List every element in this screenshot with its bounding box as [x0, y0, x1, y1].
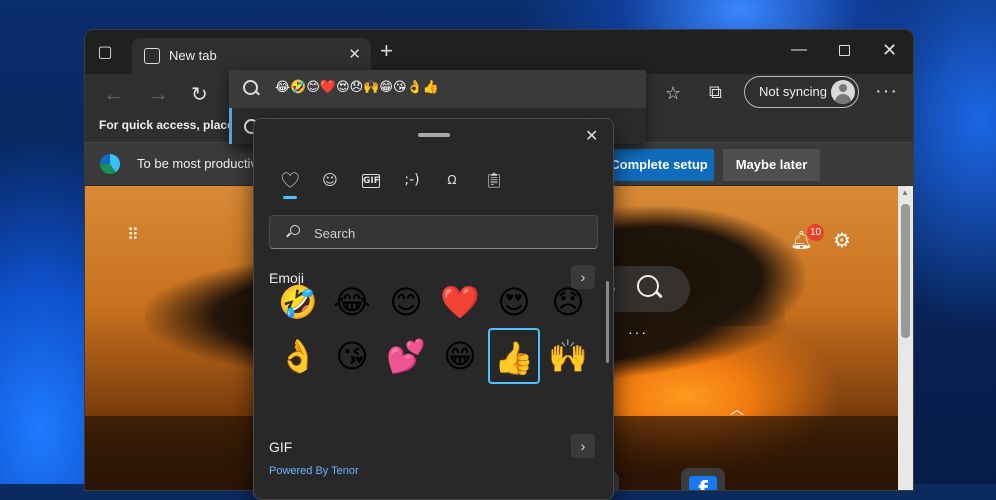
symbols-tab-icon[interactable]: Ω: [438, 169, 466, 191]
page-settings-gear-icon[interactable]: ⚙: [833, 228, 851, 253]
powered-by-tenor-link[interactable]: Powered By Tenor: [269, 465, 359, 477]
emoji-search-box[interactable]: [269, 215, 598, 249]
search-icon[interactable]: [637, 275, 659, 297]
edge-logo-icon: [100, 154, 120, 174]
tab-strip: ▢ New tab ✕ + — ✕: [85, 30, 913, 74]
gif-section-title: GIF: [269, 439, 293, 455]
facebook-logo-icon: f: [689, 476, 717, 490]
address-search-icon: [243, 80, 258, 95]
scroll-up-arrow-icon[interactable]: ▲: [901, 188, 909, 197]
avatar-icon: [831, 80, 855, 104]
complete-setup-button[interactable]: Complete setup: [604, 149, 714, 181]
notification-count-badge: 10: [807, 224, 824, 241]
emoji-search-icon: [290, 225, 300, 235]
clipboard-tab-icon[interactable]: 📋︎: [480, 169, 508, 191]
maybe-later-button[interactable]: Maybe later: [723, 149, 820, 181]
sync-label: Not syncing: [759, 84, 827, 99]
address-bar-value[interactable]: 😂🤣😊❤️😍😞🙌😁😘👌👍: [275, 80, 439, 95]
emoji-panel: ✕ 🤍︎ ☺ GIF ;-) Ω 📋︎ Emoji › 🤣 😂 😊 ❤️ 😍 😞…: [253, 118, 614, 500]
infobar-message: To be most productiv: [137, 156, 257, 171]
favorites-bar-hint: For quick access, place y: [99, 118, 244, 132]
profile-sync-button[interactable]: Not syncing: [744, 76, 859, 108]
maximize-icon[interactable]: [839, 45, 850, 56]
heart-emoji-tab-icon[interactable]: 🤍︎: [276, 169, 304, 199]
emoji-item[interactable]: ❤️: [434, 274, 486, 330]
panel-drag-handle[interactable]: [418, 133, 450, 137]
address-bar-input-row[interactable]: 😂🤣😊❤️😍😞🙌😁😘👌👍: [229, 70, 646, 108]
new-tab-favicon-icon: [144, 48, 160, 64]
emoji-item[interactable]: 😞: [542, 274, 594, 330]
gif-section-more-button[interactable]: ›: [571, 434, 595, 458]
tab-actions-icon[interactable]: ▢: [95, 43, 115, 63]
emoji-item[interactable]: 😊: [380, 274, 432, 330]
emoji-panel-scrollbar[interactable]: [606, 281, 609, 363]
emoji-item[interactable]: 👌: [272, 328, 324, 384]
emoji-item[interactable]: 😂: [326, 274, 378, 330]
refresh-icon[interactable]: ↻: [191, 82, 208, 107]
favorites-star-icon[interactable]: ☆: [665, 83, 681, 104]
emoji-item[interactable]: 😘: [326, 328, 378, 384]
tab-new-tab[interactable]: New tab ✕: [132, 38, 371, 74]
app-launcher-icon[interactable]: ⠿: [127, 228, 145, 251]
window-close-icon[interactable]: ✕: [882, 40, 897, 61]
emoji-item-selected[interactable]: 👍: [488, 328, 540, 384]
tab-title: New tab: [169, 48, 217, 63]
gif-tab-icon[interactable]: GIF: [362, 174, 380, 188]
kaomoji-tab-icon[interactable]: ;-): [398, 169, 426, 191]
quick-links-more-icon[interactable]: ···: [628, 324, 648, 340]
more-options-icon[interactable]: ···: [875, 80, 898, 103]
tab-close-icon[interactable]: ✕: [348, 45, 361, 63]
page-scrollbar[interactable]: ▲: [898, 186, 913, 490]
emoji-item[interactable]: 🤣: [272, 274, 324, 330]
emoji-item[interactable]: 🙌: [542, 328, 594, 384]
back-arrow-icon[interactable]: ←: [103, 81, 125, 107]
minimize-icon[interactable]: —: [791, 41, 807, 59]
quick-link-facebook[interactable]: f: [681, 468, 725, 490]
collections-icon[interactable]: ⧉: [709, 82, 722, 103]
emoji-item[interactable]: 💕: [380, 328, 432, 384]
emoji-panel-close-icon[interactable]: ✕: [585, 126, 598, 146]
emoji-item[interactable]: 😁: [434, 328, 486, 384]
smiley-tab-icon[interactable]: ☺: [316, 169, 344, 191]
scrollbar-thumb[interactable]: [901, 204, 910, 338]
new-tab-plus-icon[interactable]: +: [380, 40, 393, 62]
emoji-item[interactable]: 😍: [488, 274, 540, 330]
chevron-up-icon[interactable]: ︿: [730, 399, 744, 419]
forward-arrow-icon[interactable]: →: [147, 81, 169, 107]
emoji-search-input[interactable]: [312, 223, 586, 243]
